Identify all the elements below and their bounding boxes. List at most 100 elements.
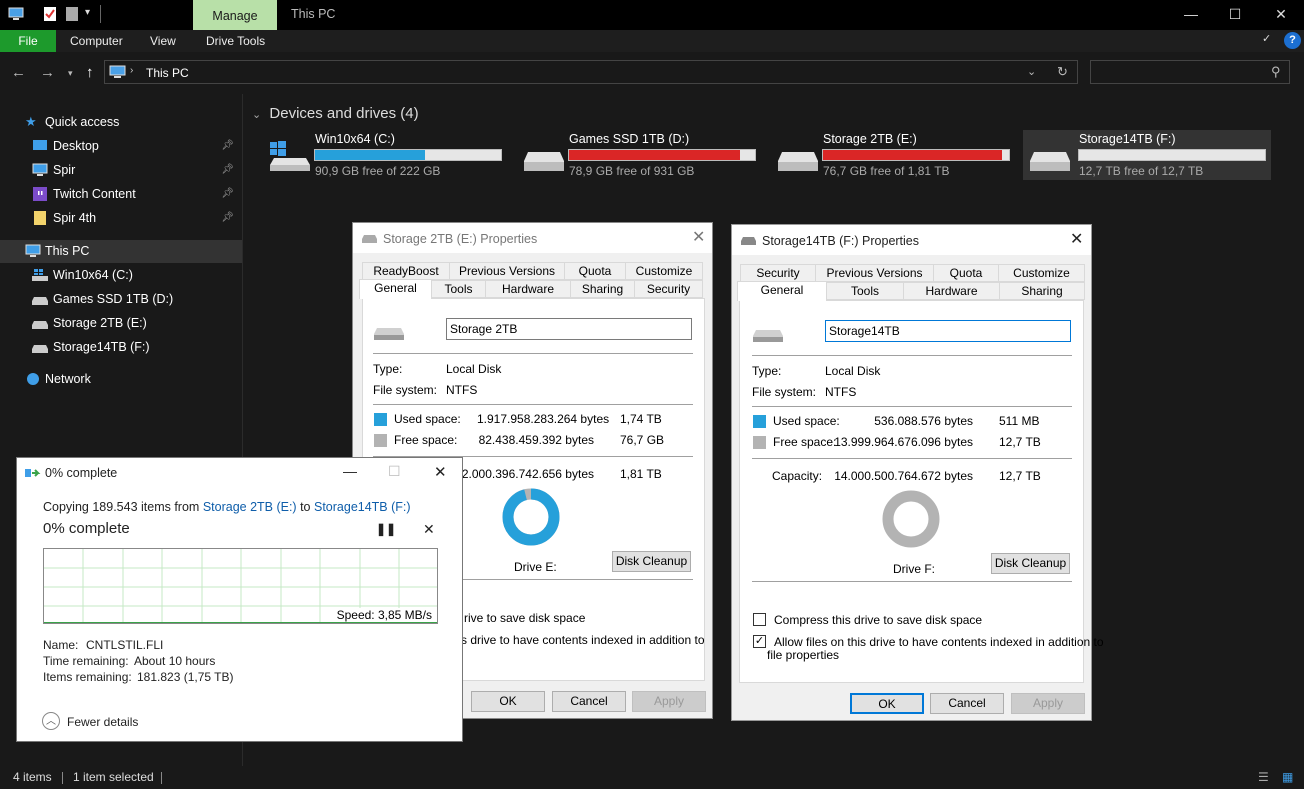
properties-icon[interactable]: [42, 6, 58, 22]
maximize-button: ☐: [388, 463, 401, 479]
tab-computer[interactable]: Computer: [70, 30, 123, 52]
nav-item-spir[interactable]: Spir 📌︎: [32, 159, 240, 181]
tab-general[interactable]: General: [359, 279, 432, 299]
apply-button[interactable]: Apply: [1011, 693, 1085, 714]
nav-network[interactable]: Network: [25, 368, 240, 390]
divider: [752, 581, 1072, 582]
drive-icon: [524, 152, 564, 171]
drive-icon: [362, 235, 377, 243]
tab-sharing[interactable]: Sharing: [999, 282, 1085, 300]
tab-tools[interactable]: Tools: [431, 280, 486, 298]
free-space-bytes: 13.999.964.676.096 bytes: [834, 435, 973, 449]
tab-previous-versions[interactable]: Previous Versions: [815, 264, 934, 282]
cancel-copy-button[interactable]: ✕: [423, 521, 435, 538]
tab-tools[interactable]: Tools: [826, 282, 904, 300]
copy-progress-dialog: 0% complete — ☐ ✕ Copying 189.543 items …: [16, 457, 463, 742]
close-icon[interactable]: ✕: [692, 227, 705, 247]
search-input[interactable]: ⚲: [1090, 60, 1290, 84]
tab-security[interactable]: Security: [634, 280, 703, 298]
tab-hardware[interactable]: Hardware: [485, 280, 571, 298]
drive-tile-e[interactable]: Storage 2TB (E:) 76,7 GB free of 1,81 TB: [774, 130, 1022, 180]
apply-button[interactable]: Apply: [632, 691, 706, 712]
nav-label: Win10x64 (C:): [53, 268, 133, 282]
nav-drive-c[interactable]: Win10x64 (C:): [32, 264, 240, 286]
nav-drive-d[interactable]: Games SSD 1TB (D:): [32, 288, 240, 310]
tab-previous-versions[interactable]: Previous Versions: [449, 262, 565, 280]
filesystem-label: File system:: [752, 385, 817, 399]
ok-button[interactable]: OK: [471, 691, 545, 712]
free-space-bytes: 82.438.459.392 bytes: [478, 433, 594, 447]
drive-name: Storage 2TB (E:): [823, 132, 917, 146]
maximize-button[interactable]: ☐: [1212, 0, 1258, 28]
back-arrow-icon[interactable]: ←: [11, 64, 26, 81]
pause-button[interactable]: ❚❚: [376, 522, 396, 536]
new-folder-icon[interactable]: [64, 6, 80, 22]
destination-link[interactable]: Storage14TB (F:): [314, 500, 411, 514]
drive-name-input[interactable]: Storage 2TB: [446, 318, 692, 340]
tab-quota[interactable]: Quota: [933, 264, 999, 282]
computer-icon[interactable]: [8, 6, 24, 22]
manage-tab[interactable]: Manage: [193, 0, 277, 30]
tab-sharing[interactable]: Sharing: [570, 280, 635, 298]
tab-file[interactable]: File: [0, 30, 56, 52]
tab-view[interactable]: View: [150, 30, 176, 52]
tab-quota[interactable]: Quota: [564, 262, 626, 280]
disk-usage-donut: [502, 488, 560, 546]
dialog-title: Storage 2TB (E:) Properties: [383, 232, 538, 246]
tab-readyboost[interactable]: ReadyBoost: [362, 262, 450, 280]
customize-qa-icon[interactable]: ▾: [85, 7, 90, 18]
nav-item-desktop[interactable]: Desktop 📌︎: [32, 135, 240, 157]
tab-general[interactable]: General: [737, 281, 827, 301]
filesystem-label: File system:: [373, 383, 438, 397]
details-view-icon[interactable]: ☰: [1258, 766, 1269, 789]
group-header[interactable]: ⌄ Devices and drives (4): [252, 105, 419, 122]
tab-customize[interactable]: Customize: [625, 262, 703, 280]
drive-icon: [374, 328, 404, 340]
cancel-button[interactable]: Cancel: [552, 691, 626, 712]
close-button[interactable]: ✕: [1258, 0, 1304, 28]
help-button[interactable]: ?: [1284, 32, 1301, 49]
name-label: Name:: [43, 638, 79, 652]
nav-quick-access[interactable]: ★ Quick access: [25, 111, 240, 133]
address-input[interactable]: › This PC ⌄ ↻: [104, 60, 1078, 84]
drive-tile-f[interactable]: Storage14TB (F:) 12,7 TB free of 12,7 TB: [1023, 130, 1271, 180]
minimize-button[interactable]: —: [1168, 0, 1214, 28]
nav-drive-e[interactable]: Storage 2TB (E:): [32, 312, 240, 334]
index-checkbox[interactable]: ✓: [753, 635, 766, 648]
source-link[interactable]: Storage 2TB (E:): [203, 500, 297, 514]
drive-icon: [753, 330, 783, 342]
minimize-button[interactable]: —: [343, 463, 357, 479]
drive-tile-d[interactable]: Games SSD 1TB (D:) 78,9 GB free of 931 G…: [520, 130, 768, 180]
recent-chevron-icon[interactable]: ▾: [68, 68, 73, 79]
tab-customize[interactable]: Customize: [998, 264, 1085, 282]
tab-security[interactable]: Security: [740, 264, 816, 282]
nav-item-twitch-content[interactable]: Twitch Content 📌︎: [32, 183, 240, 205]
disk-cleanup-button[interactable]: Disk Cleanup: [612, 551, 691, 572]
nav-item-spir-4th[interactable]: Spir 4th 📌︎: [32, 207, 240, 229]
cancel-button[interactable]: Cancel: [930, 693, 1004, 714]
drive-name: Storage14TB (F:): [1079, 132, 1176, 146]
up-arrow-icon[interactable]: ↑: [86, 64, 94, 81]
compress-checkbox[interactable]: [753, 613, 766, 626]
ok-button[interactable]: OK: [850, 693, 924, 714]
refresh-icon[interactable]: ↻: [1057, 64, 1068, 80]
chevron-down-icon: ⌄: [252, 109, 262, 121]
close-icon[interactable]: ✕: [1070, 229, 1083, 249]
used-space-bytes: 1.917.958.283.264 bytes: [477, 412, 610, 426]
large-icons-view-icon[interactable]: ▦: [1282, 766, 1293, 789]
chevron-down-icon[interactable]: ✓: [1262, 32, 1271, 45]
tab-hardware[interactable]: Hardware: [903, 282, 1000, 300]
chevron-right-icon[interactable]: ›: [130, 65, 133, 76]
drive-name-input[interactable]: Storage14TB: [825, 320, 1071, 342]
selection-count: 1 item selected: [73, 770, 154, 784]
free-space-human: 12,7 TB: [999, 435, 1041, 449]
nav-this-pc[interactable]: This PC: [25, 240, 240, 262]
chevron-down-icon[interactable]: ⌄: [1027, 65, 1036, 78]
close-button[interactable]: ✕: [434, 463, 447, 481]
disk-cleanup-button[interactable]: Disk Cleanup: [991, 553, 1070, 574]
forward-arrow-icon[interactable]: →: [40, 64, 55, 81]
drive-tile-c[interactable]: Win10x64 (C:) 90,9 GB free of 222 GB: [266, 130, 514, 180]
nav-drive-f[interactable]: Storage14TB (F:): [32, 336, 240, 358]
tab-drive-tools[interactable]: Drive Tools: [206, 30, 265, 52]
drive-usage-bar: [568, 149, 756, 161]
